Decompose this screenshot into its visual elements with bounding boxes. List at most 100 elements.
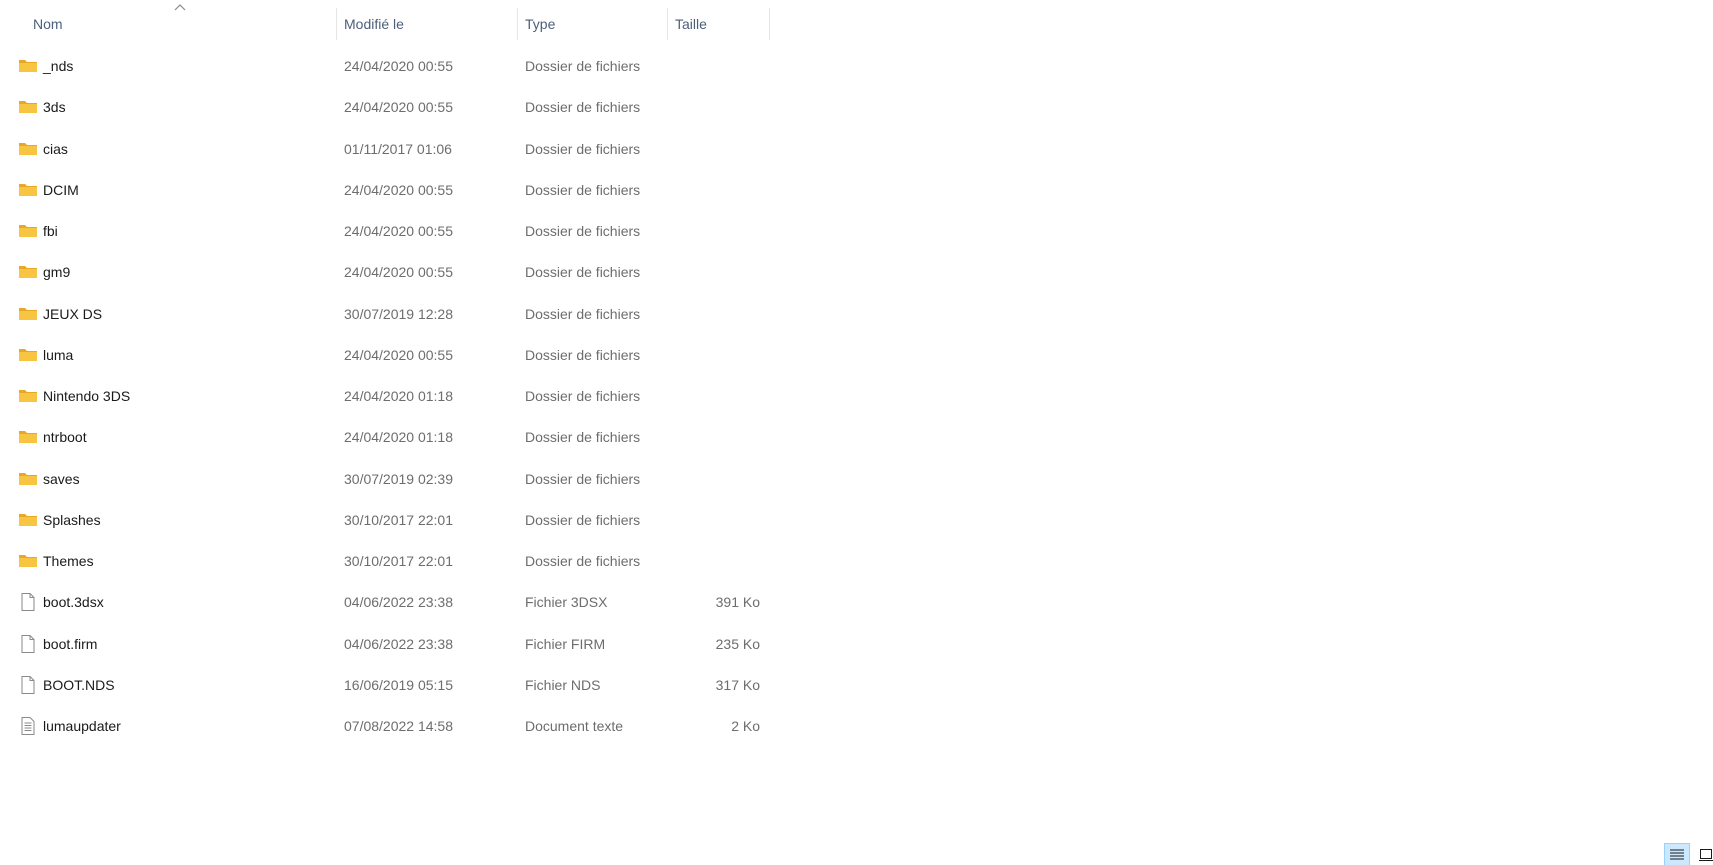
file-type: Dossier de fichiers [525,264,641,281]
file-name[interactable]: DCIM [43,170,79,211]
file-modified-date: 04/06/2022 23:38 [344,635,453,652]
file-row[interactable]: JEUX DS 30/07/2019 12:28 Dossier de fichie… [0,294,780,335]
file-row[interactable]: DCIM 24/04/2020 00:55 Dossier de fichiers [0,170,780,211]
file-modified-date: 24/04/2020 00:55 [344,264,453,281]
folder-icon [19,60,37,72]
file-row[interactable]: luma 24/04/2020 00:55 Dossier de fichiers [0,335,780,376]
details-view-icon [1670,849,1684,860]
folder-icon [19,183,37,196]
file-name[interactable]: Themes [43,541,94,582]
file-type: Dossier de fichiers [525,346,641,363]
file-name[interactable]: fbi [43,211,58,252]
file-row[interactable]: boot.3dsx 04/06/2022 23:38 Fichier 3DSX 391… [0,582,780,623]
column-separator[interactable] [769,8,770,40]
file-name[interactable]: Nintendo 3DS [43,376,130,417]
folder-icon [19,513,37,526]
column-header-name-label: Nom [33,16,63,32]
column-header-type-label: Type [525,16,556,32]
file-type: Dossier de fichiers [525,181,641,198]
file-modified-date: 30/10/2017 22:01 [344,511,453,528]
folder-icon [19,225,37,237]
file-modified-date: 07/08/2022 14:58 [344,718,453,734]
folder-icon [19,555,37,567]
column-header-name[interactable]: Nom [26,8,337,40]
column-header-bar: Nom Modifié le Type Taille [0,0,770,46]
column-header-type[interactable]: Type [518,8,668,40]
folder-icon [19,266,37,279]
file-name[interactable]: gm9 [43,252,70,293]
file-type: Dossier de fichiers [525,429,641,446]
file-name[interactable]: _nds [43,46,73,87]
folder-icon [19,101,37,114]
file-modified-date: 24/04/2020 00:55 [344,99,453,116]
file-name[interactable]: BOOT.NDS [43,665,115,706]
file-size: 317 Ko [715,676,760,693]
file-size: 391 Ko [715,594,760,611]
text-document-icon [21,717,35,735]
file-modified-date: 24/04/2020 01:18 [344,388,453,404]
file-name[interactable]: ntrboot [43,417,87,458]
file-name[interactable]: 3ds [43,87,66,128]
file-name[interactable]: boot.3dsx [43,582,104,623]
large-icons-view-button[interactable] [1693,843,1713,865]
file-modified-date: 24/04/2020 00:55 [344,346,453,363]
file-row[interactable]: cias 01/11/2017 01:06 Dossier de fichiers [0,129,780,170]
file-size: 235 Ko [715,635,760,652]
file-name[interactable]: boot.firm [43,624,97,665]
file-modified-date: 04/06/2022 23:38 [344,594,453,611]
file-modified-date: 30/07/2019 02:39 [344,470,453,487]
file-modified-date: 24/04/2020 01:18 [344,429,453,446]
file-icon [21,675,35,694]
file-modified-date: 30/07/2019 12:28 [344,305,453,322]
file-icon [21,634,35,653]
file-modified-date: 01/11/2017 01:06 [344,140,452,157]
file-type: Dossier de fichiers [525,140,641,157]
file-type: Document texte [525,718,624,734]
file-row[interactable]: saves 30/07/2019 02:39 Dossier de fichiers [0,459,780,500]
file-row[interactable]: ntrboot 24/04/2020 01:18 Dossier de fichie… [0,417,780,458]
file-type: Fichier NDS [525,676,601,693]
file-modified-date: 24/04/2020 00:55 [344,58,453,74]
file-type: Dossier de fichiers [525,511,641,528]
file-row[interactable]: boot.firm 04/06/2022 23:38 Fichier FIRM 235… [0,624,780,665]
folder-icon [19,431,37,444]
file-modified-date: 16/06/2019 05:15 [344,676,453,693]
file-row[interactable]: gm9 24/04/2020 00:55 Dossier de fichiers [0,252,780,293]
file-row[interactable]: BOOT.NDS 16/06/2019 05:15 Fichier NDS 317 K… [0,665,780,706]
file-type: Dossier de fichiers [525,58,641,74]
file-modified-date: 24/04/2020 00:55 [344,223,453,239]
folder-icon [19,390,37,402]
file-row[interactable]: Splashes 30/10/2017 22:01 Dossier de fichi… [0,500,780,541]
column-header-size[interactable]: Taille [668,8,770,40]
file-name[interactable]: Splashes [43,500,101,541]
file-type: Dossier de fichiers [525,553,641,569]
file-row[interactable]: lumaupdater 07/08/2022 14:58 Document text… [0,706,780,747]
large-icons-view-icon [1699,849,1713,861]
file-name[interactable]: cias [43,129,68,170]
file-row[interactable]: Nintendo 3DS 24/04/2020 01:18 Dossier de f… [0,376,780,417]
file-size: 2 Ko [731,718,760,734]
file-row[interactable]: _nds 24/04/2020 00:55 Dossier de fichiers [0,46,780,87]
file-type: Fichier FIRM [525,635,606,652]
file-type: Dossier de fichiers [525,99,641,116]
file-name[interactable]: saves [43,459,80,500]
folder-icon [19,348,37,361]
file-rows: _nds 24/04/2020 00:55 Dossier de fichiers 3… [0,46,780,747]
file-list-view: Nom Modifié le Type Taille _nds 24/04/202… [0,0,1713,865]
file-type: Dossier de fichiers [525,470,641,487]
file-row[interactable]: Themes 30/10/2017 22:01 Dossier de fichier… [0,541,780,582]
column-header-modified[interactable]: Modifié le [337,8,518,40]
folder-icon [19,472,37,485]
file-name[interactable]: luma [43,335,73,376]
details-view-button[interactable] [1664,843,1690,865]
file-row[interactable]: fbi 24/04/2020 00:55 Dossier de fichiers [0,211,780,252]
file-type: Fichier 3DSX [525,594,608,611]
file-type: Dossier de fichiers [525,305,641,322]
file-modified-date: 30/10/2017 22:01 [344,553,453,569]
column-header-modified-label: Modifié le [344,16,404,32]
file-row[interactable]: 3ds 24/04/2020 00:55 Dossier de fichiers [0,87,780,128]
file-icon [21,593,35,612]
file-name[interactable]: JEUX DS [43,294,102,335]
file-name[interactable]: lumaupdater [43,706,121,747]
folder-icon [19,307,37,320]
